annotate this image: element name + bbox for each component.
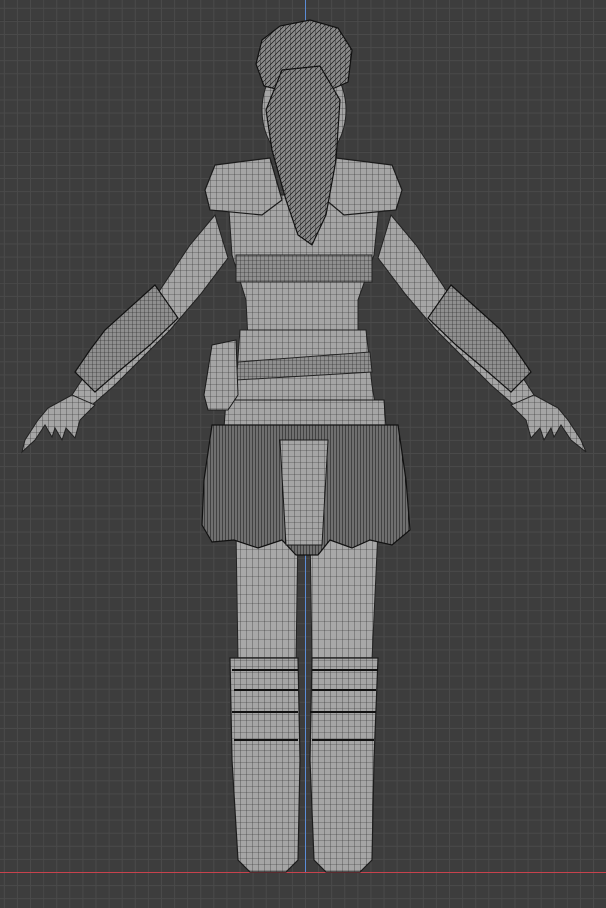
pouch[interactable] bbox=[203, 339, 239, 411]
left-boot[interactable] bbox=[229, 657, 301, 873]
right-boot[interactable] bbox=[309, 657, 379, 873]
left-arm[interactable] bbox=[21, 213, 229, 454]
skirt[interactable] bbox=[201, 424, 411, 556]
belt-sash[interactable] bbox=[223, 329, 387, 429]
right-arm[interactable] bbox=[377, 213, 587, 453]
3d-viewport[interactable] bbox=[0, 0, 606, 908]
character-mesh[interactable] bbox=[0, 0, 606, 908]
